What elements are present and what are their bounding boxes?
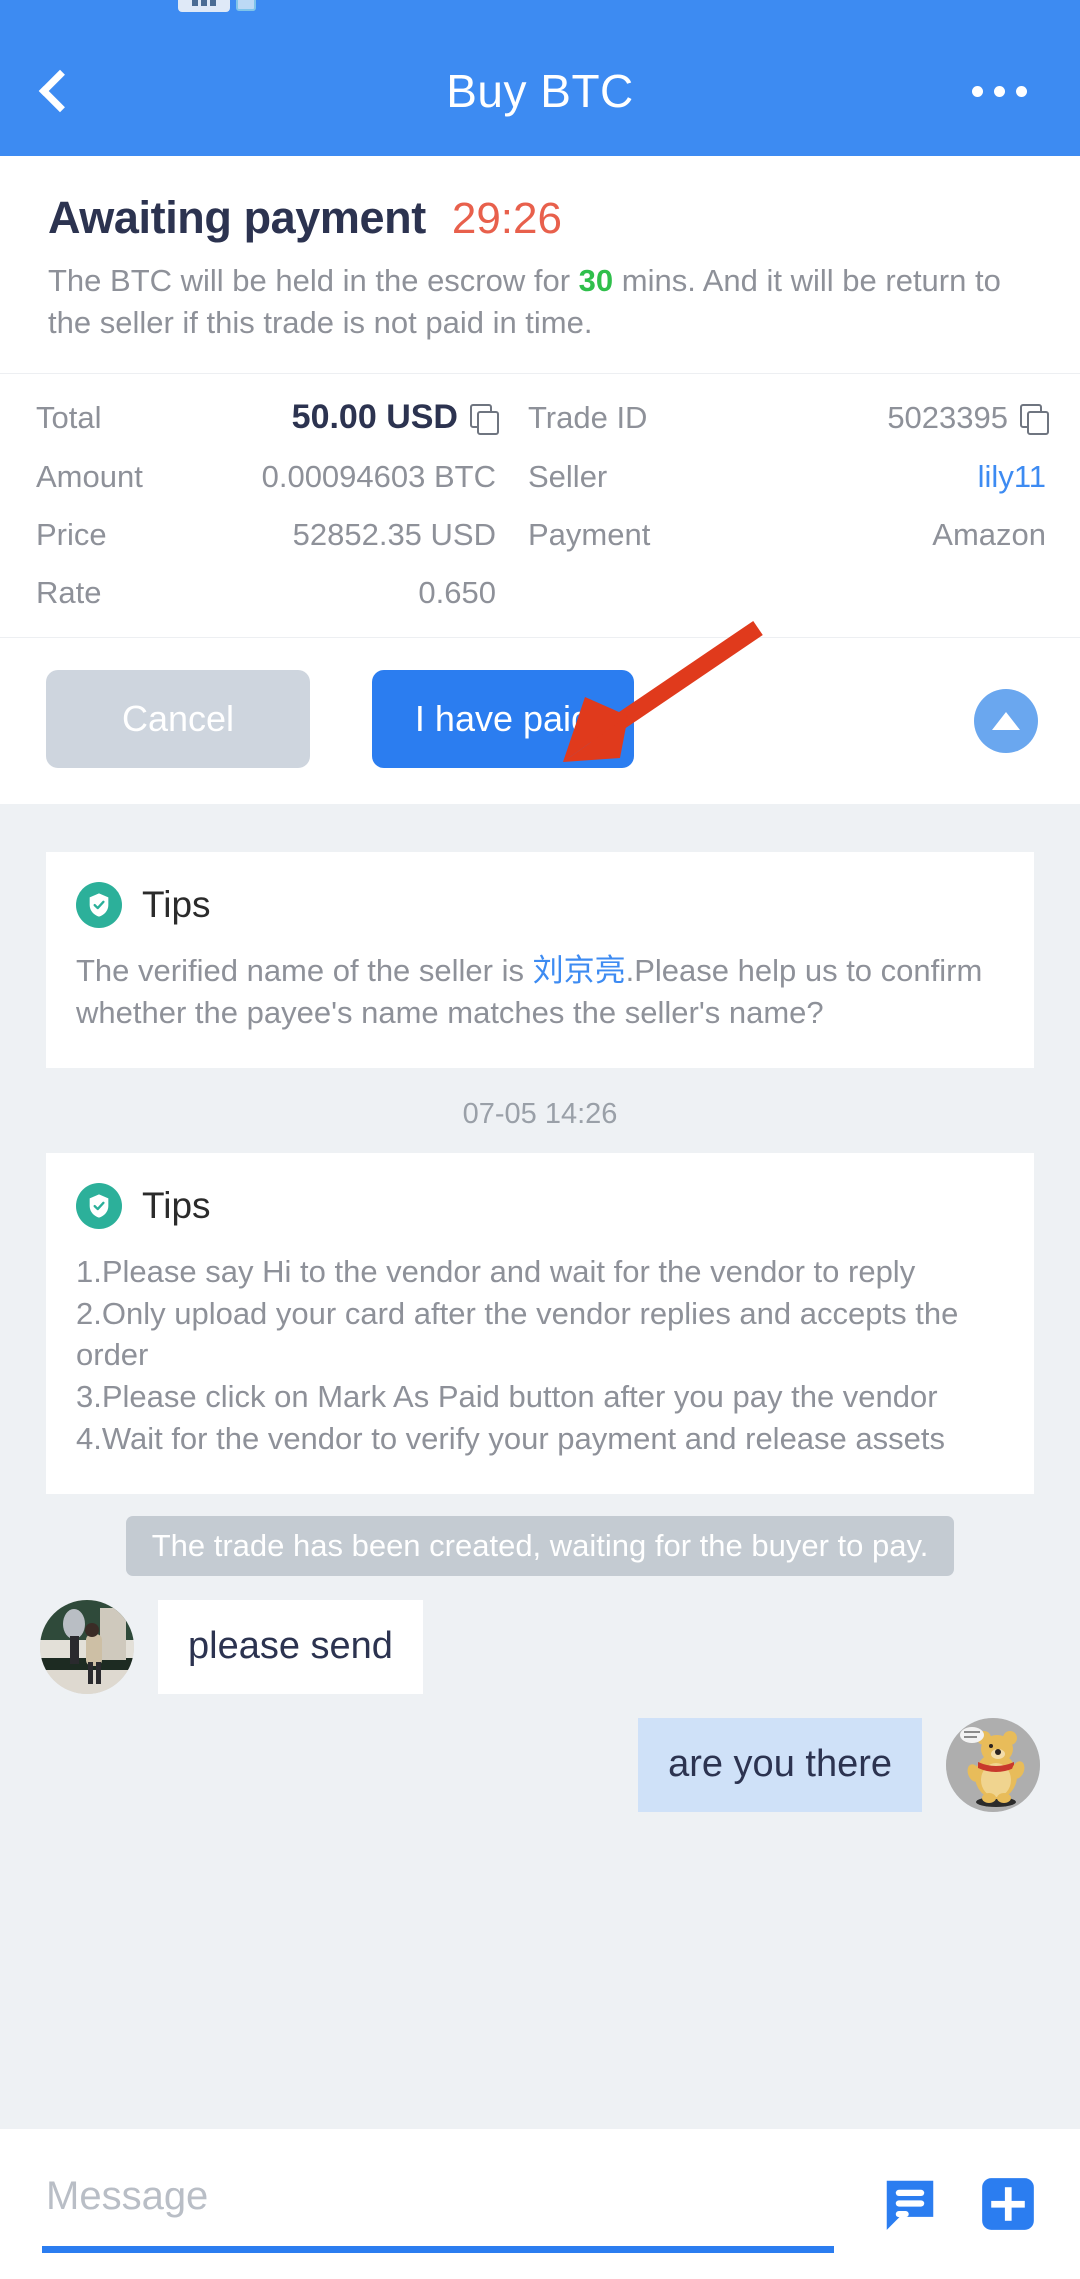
message-input-wrapper (34, 2149, 850, 2259)
tips-card-instructions: Tips 1.Please say Hi to the vendor and w… (46, 1152, 1034, 1494)
verified-seller-name: 刘京亮 (532, 953, 626, 989)
tips-instruction-line: 1.Please say Hi to the vendor and wait f… (76, 1253, 916, 1289)
total-label: Total (36, 399, 102, 435)
amount-value: 0.00094603 BTC (261, 459, 496, 495)
chat-timestamp: 07-05 14:26 (462, 1097, 618, 1130)
app-screen: Buy BTC Awaiting payment 29:26 The BTC w… (0, 0, 1080, 2279)
more-horizontal-icon-dot (971, 85, 983, 97)
tips-instruction-line: 3.Please click on Mark As Paid button af… (76, 1379, 938, 1415)
escrow-minutes-highlight: 30 (578, 263, 614, 298)
escrow-description-part1: The BTC will be held in the escrow for (48, 263, 579, 298)
tips-card-body: The verified name of the seller is 刘京亮.P… (76, 950, 1004, 1034)
tips-instruction-line: 4.Wait for the vendor to verify your pay… (76, 1421, 945, 1457)
signal-icon (178, 0, 230, 12)
rate-label: Rate (36, 575, 102, 611)
order-status-title: Awaiting payment (48, 192, 426, 243)
cancel-button[interactable]: Cancel (46, 670, 310, 769)
more-horizontal-icon-dot (1015, 85, 1027, 97)
order-details-grid: Total 50.00 USD Trade ID 5023395 Amount … (0, 374, 1080, 637)
input-underline (42, 2246, 834, 2253)
status-bar (0, 0, 1080, 26)
system-message-row: The trade has been created, waiting for … (0, 1515, 1080, 1576)
plus-icon (982, 2178, 1034, 2230)
collapse-panel-button[interactable] (974, 689, 1038, 754)
price-value: 52852.35 USD (292, 517, 496, 553)
copy-trade-id-icon[interactable] (1020, 403, 1049, 435)
tips-instruction-list: 1.Please say Hi to the vendor and wait f… (76, 1251, 1004, 1460)
chat-message-outgoing: are you there (40, 1717, 1040, 1812)
tips-card-header: Tips (76, 882, 1004, 929)
trade-id-value-cell: 5023395 (716, 399, 1049, 436)
rate-value: 0.650 (418, 575, 496, 611)
verified-shield-icon (76, 1182, 122, 1229)
price-label: Price (36, 517, 107, 553)
tips-card-header: Tips (76, 1182, 1004, 1229)
i-have-paid-button[interactable]: I have paid (372, 670, 634, 769)
tips-instruction-line: 2.Only upload your card after the vendor… (76, 1295, 959, 1373)
app-bar: Buy BTC (0, 26, 1080, 156)
more-options-button[interactable] (944, 26, 1054, 156)
verified-shield-icon (76, 882, 122, 929)
system-message: The trade has been created, waiting for … (125, 1515, 955, 1576)
triangle-up-icon (992, 712, 1020, 731)
tips-card-title: Tips (142, 1184, 211, 1226)
message-input-bar (0, 2129, 1080, 2279)
seller-value[interactable]: lily11 (716, 459, 1046, 495)
total-value-cell: 50.00 USD (196, 398, 499, 437)
payment-label: Payment (528, 517, 651, 553)
status-bar-icons (178, 0, 256, 12)
battery-icon (236, 0, 256, 11)
trade-id-label: Trade ID (528, 399, 648, 435)
seller-label: Seller (528, 459, 608, 495)
chat-lines-icon (886, 2180, 934, 2230)
order-action-bar: Cancel I have paid (0, 638, 1080, 805)
chat-bubble-incoming: please send (158, 1599, 423, 1694)
page-title: Buy BTC (446, 65, 634, 117)
copy-total-icon[interactable] (470, 403, 499, 435)
seller-photo-avatar[interactable] (40, 1599, 134, 1694)
message-input[interactable] (34, 2173, 850, 2235)
chat-bubble-outgoing: are you there (638, 1717, 922, 1812)
chat-message-incoming: please send (40, 1599, 1040, 1694)
countdown-timer: 29:26 (451, 194, 562, 243)
order-summary-panel: Awaiting payment 29:26 The BTC will be h… (0, 156, 1080, 805)
tips-card-verified-name: Tips The verified name of the seller is … (46, 852, 1034, 1068)
payment-value: Amazon (932, 517, 1046, 553)
order-status-row: Awaiting payment 29:26 (0, 156, 1080, 244)
chat-area[interactable]: Tips The verified name of the seller is … (0, 804, 1080, 2129)
tips-body-prefix: The verified name of the seller is (76, 953, 533, 989)
tips-card-title: Tips (142, 884, 211, 926)
pooh-figure-avatar[interactable] (946, 1717, 1040, 1812)
trade-id-value: 5023395 (887, 399, 1008, 435)
more-horizontal-icon-dot (993, 85, 1005, 97)
amount-label: Amount (36, 459, 143, 495)
quick-reply-button[interactable] (872, 2166, 948, 2242)
total-value: 50.00 USD (291, 398, 458, 437)
escrow-description: The BTC will be held in the escrow for 3… (0, 244, 1080, 373)
add-attachment-button[interactable] (970, 2166, 1046, 2242)
